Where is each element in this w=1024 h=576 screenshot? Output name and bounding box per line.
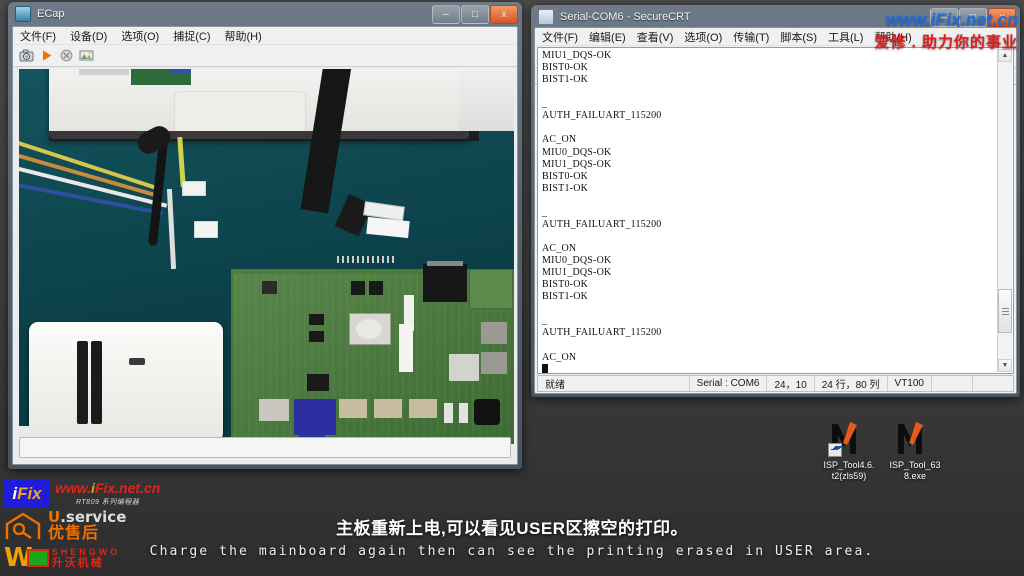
ecap-close-button[interactable]: x bbox=[490, 4, 518, 24]
status-emulation: VT100 bbox=[888, 376, 932, 391]
play-icon[interactable] bbox=[38, 47, 55, 64]
ecap-status-bar bbox=[19, 437, 511, 458]
crt-menu-help[interactable]: 帮助(H) bbox=[874, 29, 911, 45]
ecap-maximize-button[interactable]: □ bbox=[461, 4, 489, 24]
ecap-window-icon bbox=[15, 6, 31, 22]
securecrt-window-buttons: – □ x bbox=[929, 7, 1016, 27]
crt-menu-script[interactable]: 脚本(S) bbox=[780, 29, 817, 45]
terminal-scrollbar[interactable]: ▲ ▼ bbox=[997, 49, 1012, 372]
subtitle-chinese: 主板重新上电,可以看见USER区擦空的打印。 bbox=[336, 519, 688, 538]
ecap-window[interactable]: ECap – □ x 文件(F) 设备(D) 选项(O) 捕捉(C) 帮助(H) bbox=[8, 2, 522, 469]
ecap-menu-capture[interactable]: 捕捉(C) bbox=[173, 28, 210, 44]
securecrt-client-area: 文件(F) 编辑(E) 查看(V) 选项(O) 传输(T) 脚本(S) 工具(L… bbox=[534, 27, 1017, 394]
ecap-window-buttons: – □ x bbox=[431, 4, 518, 24]
securecrt-menubar[interactable]: 文件(F) 编辑(E) 查看(V) 选项(O) 传输(T) 脚本(S) 工具(L… bbox=[535, 28, 1016, 46]
scrollbar-grip-icon bbox=[1001, 307, 1009, 315]
crt-menu-transfer[interactable]: 传输(T) bbox=[733, 29, 769, 45]
ecap-title: ECap bbox=[37, 8, 65, 20]
crt-menu-file[interactable]: 文件(F) bbox=[542, 29, 578, 45]
status-spacer-1 bbox=[932, 376, 973, 391]
status-spacer-2 bbox=[973, 376, 1013, 391]
status-ready: 就绪 bbox=[538, 376, 690, 391]
ecap-client-area: 文件(F) 设备(D) 选项(O) 捕捉(C) 帮助(H) bbox=[12, 26, 518, 465]
ecap-menubar[interactable]: 文件(F) 设备(D) 选项(O) 捕捉(C) 帮助(H) bbox=[13, 27, 517, 45]
securecrt-minimize-button[interactable]: – bbox=[930, 7, 958, 27]
ecap-titlebar[interactable]: ECap – □ x bbox=[8, 2, 522, 26]
desktop-icon-isp-tool-638[interactable]: ISP_Tool_63 8.exe bbox=[878, 418, 952, 482]
ifix-logo-fix: Fix bbox=[17, 483, 42, 503]
terminal-screen[interactable]: MIU1_DQS-OK BIST0-OK BIST1-OK _ AUTH_FAI… bbox=[537, 47, 1014, 374]
ifix-url: www.iFix.net.cn bbox=[55, 479, 161, 496]
securecrt-close-button[interactable]: x bbox=[988, 7, 1016, 27]
securecrt-window[interactable]: Serial-COM6 - SecureCRT – □ x 文件(F) 编辑(E… bbox=[531, 5, 1020, 397]
crt-menu-options[interactable]: 选项(O) bbox=[684, 29, 722, 45]
status-cursor-position: 24，10 bbox=[767, 376, 815, 391]
ifix-text-block: www.iFix.net.cn RT809 系列编程器 bbox=[55, 479, 161, 507]
ifix-logo-row: i Fix www.iFix.net.cn RT809 系列编程器 bbox=[4, 480, 184, 507]
ecap-menu-file[interactable]: 文件(F) bbox=[20, 28, 56, 44]
shortcut-overlay-icon bbox=[828, 443, 842, 457]
crt-menu-edit[interactable]: 编辑(E) bbox=[589, 29, 626, 45]
ecap-toolbar[interactable] bbox=[13, 45, 517, 67]
desktop-icon-label: ISP_Tool4.6. t2(zls59) bbox=[823, 460, 875, 481]
subtitle-english: Charge the mainboard again then can see … bbox=[149, 544, 875, 559]
securecrt-titlebar[interactable]: Serial-COM6 - SecureCRT – □ x bbox=[531, 5, 1020, 29]
scroll-down-button[interactable]: ▼ bbox=[998, 359, 1012, 372]
isp-tool-icon bbox=[894, 418, 936, 458]
crt-menu-view[interactable]: 查看(V) bbox=[637, 29, 674, 45]
ecap-video-feed[interactable] bbox=[19, 69, 514, 444]
scroll-up-button[interactable]: ▲ bbox=[998, 49, 1012, 62]
ecap-menu-help[interactable]: 帮助(H) bbox=[225, 28, 262, 44]
screen: ECap – □ x 文件(F) 设备(D) 选项(O) 捕捉(C) 帮助(H) bbox=[0, 0, 1024, 576]
desktop-icon-isp-tool-4-6[interactable]: ISP_Tool4.6. t2(zls59) bbox=[812, 418, 886, 482]
isp-tool-icon bbox=[828, 418, 870, 458]
stop-icon[interactable] bbox=[58, 47, 75, 64]
ifix-logo-icon: i Fix bbox=[4, 480, 50, 507]
ifix-subtitle: RT809 系列编程器 bbox=[75, 498, 140, 506]
desktop-icon-label: ISP_Tool_63 8.exe bbox=[889, 460, 941, 481]
scrollbar-thumb[interactable] bbox=[998, 289, 1012, 333]
status-screen-size: 24 行，80 列 bbox=[815, 376, 888, 391]
securecrt-maximize-button[interactable]: □ bbox=[959, 7, 987, 27]
camera-icon[interactable] bbox=[18, 47, 35, 64]
securecrt-window-icon bbox=[538, 9, 554, 25]
securecrt-title: Serial-COM6 - SecureCRT bbox=[560, 11, 691, 23]
securecrt-status-bar: 就绪 Serial : COM6 24，10 24 行，80 列 VT100 bbox=[537, 375, 1014, 392]
subtitle-block: 主板重新上电,可以看见USER区擦空的打印。 Charge the mainbo… bbox=[0, 518, 1024, 562]
status-connection: Serial : COM6 bbox=[690, 376, 768, 391]
ecap-menu-options[interactable]: 选项(O) bbox=[121, 28, 159, 44]
ecap-menu-device[interactable]: 设备(D) bbox=[70, 28, 107, 44]
crt-menu-tools[interactable]: 工具(L) bbox=[828, 29, 863, 45]
terminal-output: MIU1_DQS-OK BIST0-OK BIST1-OK _ AUTH_FAI… bbox=[542, 50, 995, 373]
image-properties-icon[interactable] bbox=[78, 47, 95, 64]
terminal-cursor bbox=[542, 363, 548, 373]
ecap-minimize-button[interactable]: – bbox=[432, 4, 460, 24]
